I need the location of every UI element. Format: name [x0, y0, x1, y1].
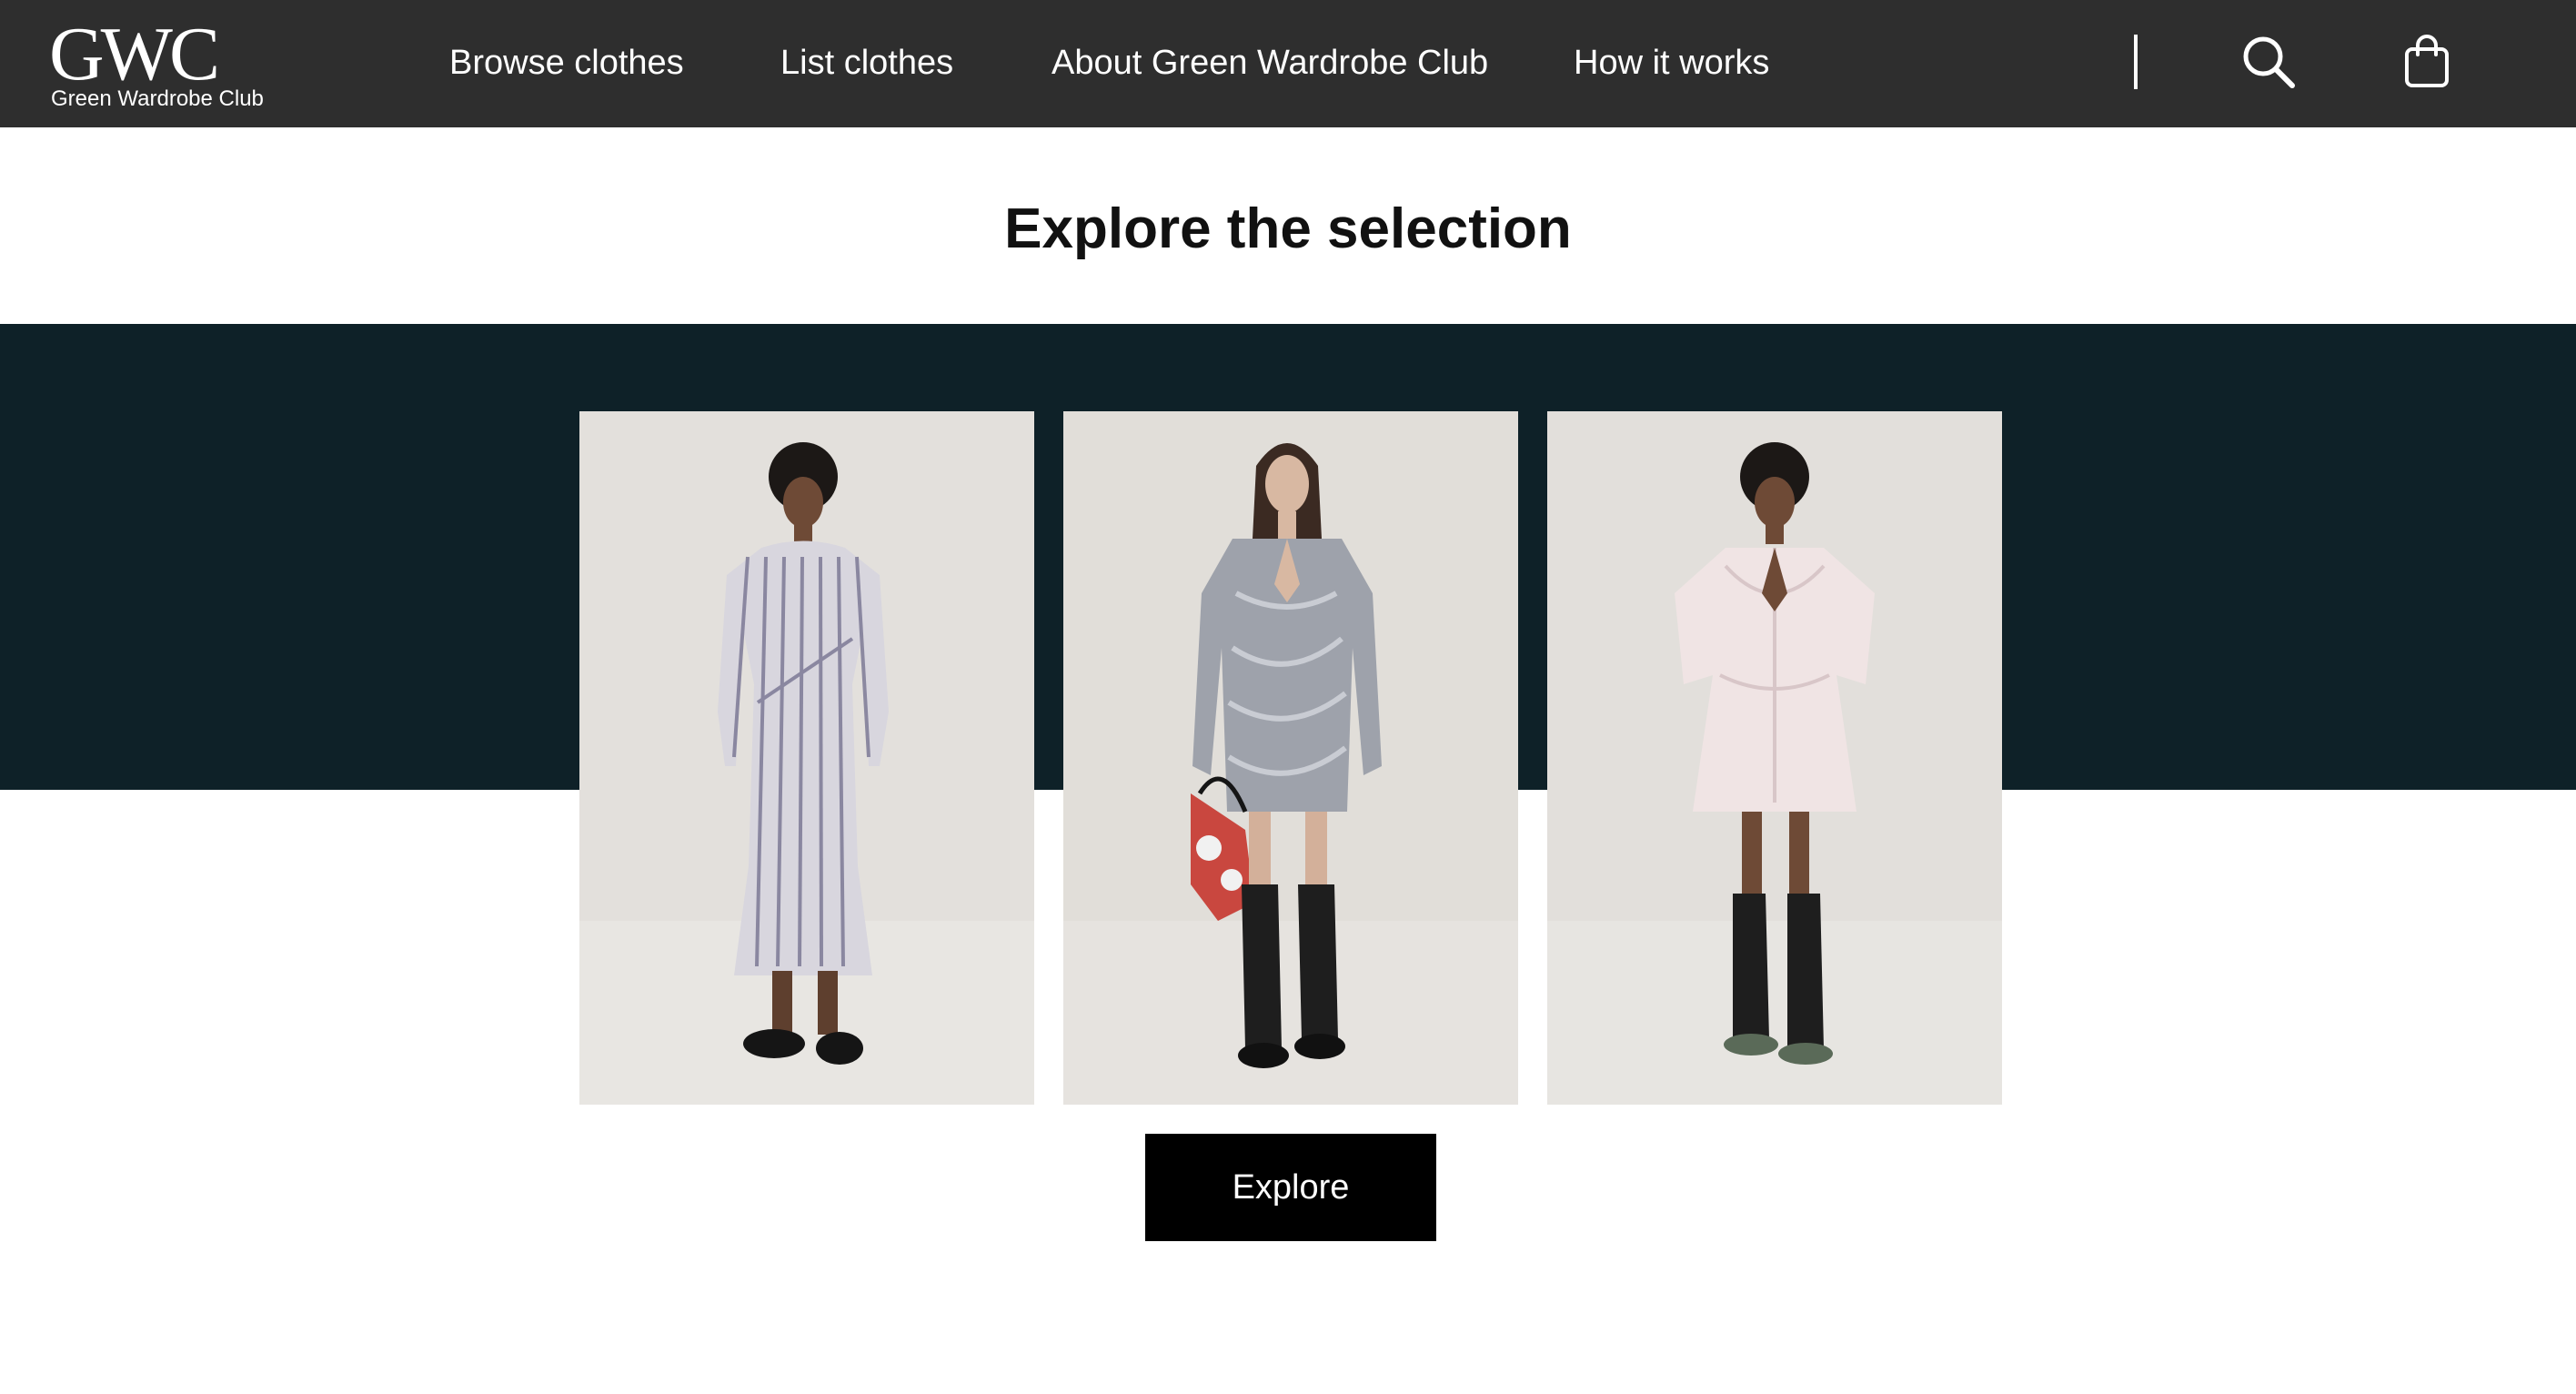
search-icon[interactable] [2239, 33, 2298, 91]
product-card-pink-dress[interactable] [1547, 411, 2002, 1105]
product-image [1063, 411, 1518, 1105]
product-card-ruched-dress[interactable] [1063, 411, 1518, 1105]
nav-about[interactable]: About Green Wardrobe Club [1052, 42, 1488, 84]
product-card-striped-dress[interactable] [579, 411, 1034, 1105]
shopping-bag-icon[interactable] [2398, 33, 2456, 91]
brand-mark: GWC [49, 12, 220, 96]
brand-name: Green Wardrobe Club [51, 86, 264, 111]
product-image [1547, 411, 2002, 1105]
product-image [579, 411, 1034, 1105]
top-navbar: GWC Green Wardrobe Club Browse clothes L… [0, 0, 2576, 127]
explore-button[interactable]: Explore [1145, 1134, 1436, 1241]
nav-list-clothes[interactable]: List clothes [780, 42, 953, 84]
nav-browse-clothes[interactable]: Browse clothes [449, 42, 684, 84]
nav-divider [2134, 35, 2138, 89]
brand-logo[interactable]: GWC Green Wardrobe Club [49, 16, 267, 116]
nav-how-it-works[interactable]: How it works [1574, 42, 1769, 84]
page-title: Explore the selection [1004, 197, 1572, 260]
